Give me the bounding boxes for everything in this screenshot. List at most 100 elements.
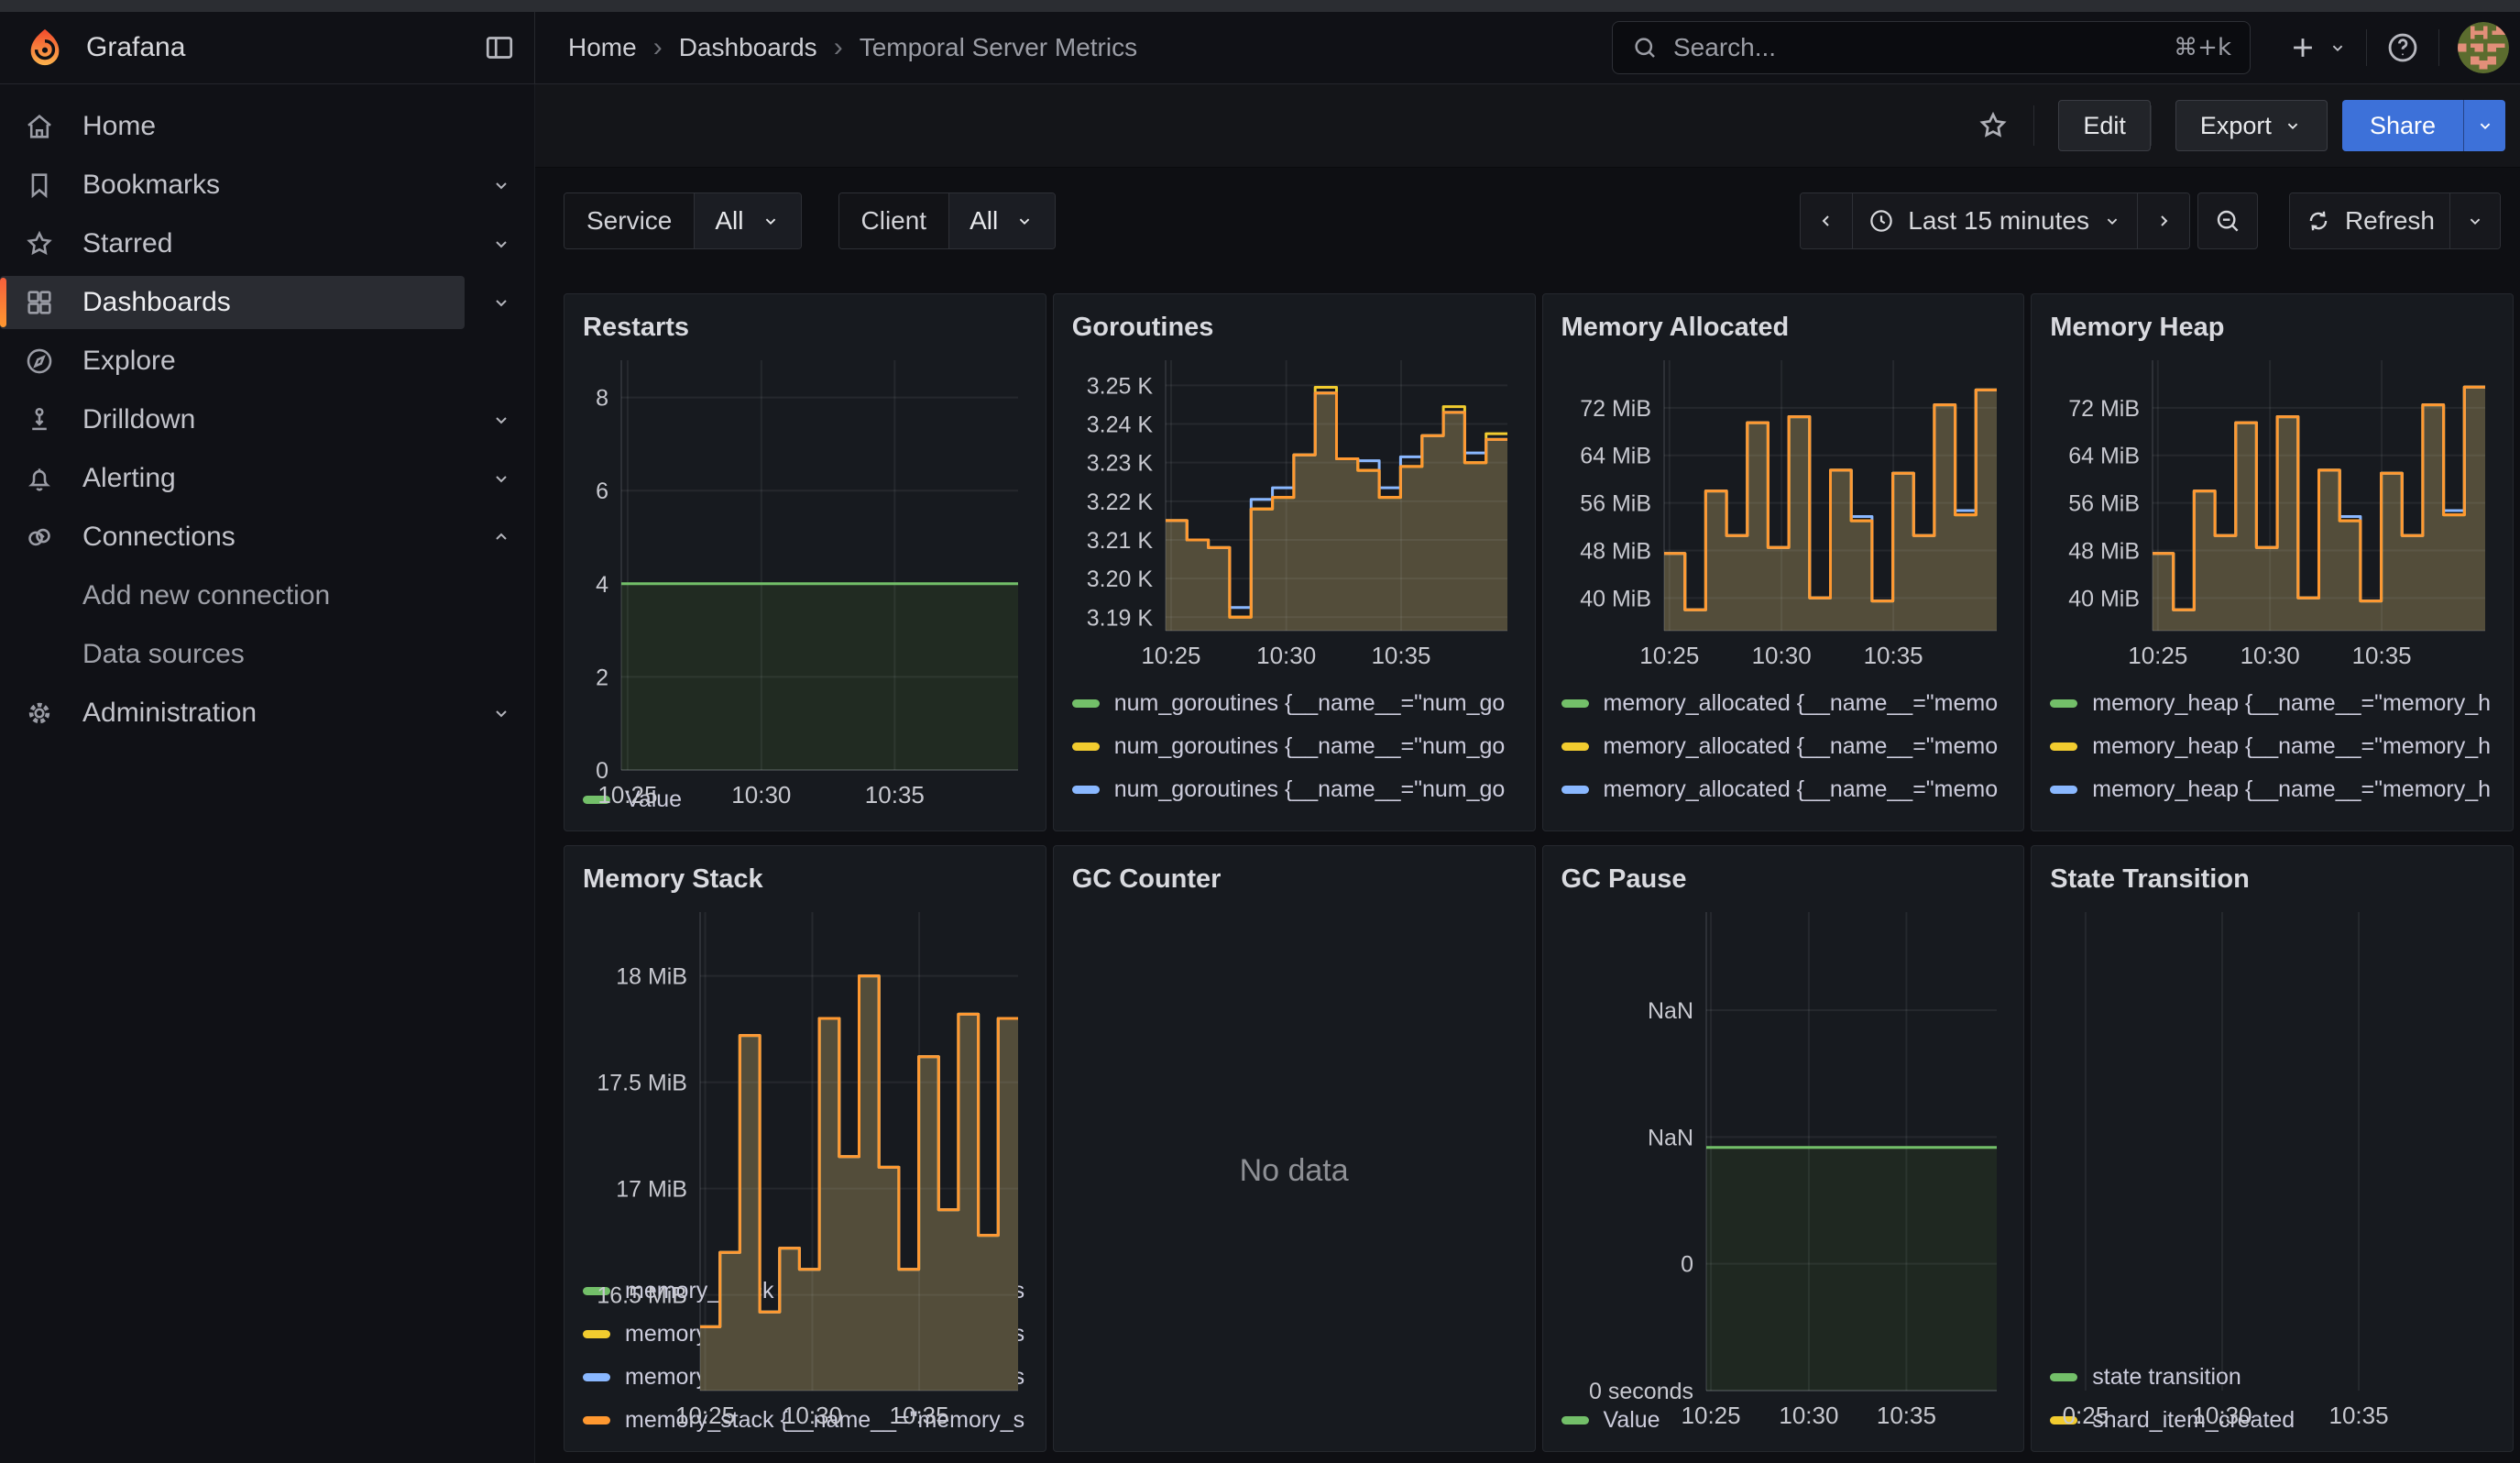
main-area: Edit Export Share Service	[535, 84, 2520, 1463]
sidebar-item-dashboards: Dashboards	[0, 273, 534, 332]
sidebar-link-explore[interactable]: Explore	[0, 335, 531, 388]
search-box[interactable]: ⌘+k	[1612, 21, 2251, 74]
panel-title[interactable]: GC Pause	[1561, 859, 2006, 899]
expand-alerting-button[interactable]	[468, 468, 534, 490]
breadcrumb: Home › Dashboards › Temporal Server Metr…	[568, 33, 1137, 62]
expand-dashboards-button[interactable]	[468, 292, 534, 314]
panel-title[interactable]: Goroutines	[1072, 307, 1517, 347]
panel-title[interactable]: Memory Heap	[2050, 307, 2494, 347]
time-shift-forward-button[interactable]	[2137, 193, 2189, 248]
favorite-star-button[interactable]	[1977, 109, 2010, 142]
gear-icon	[24, 698, 55, 729]
avatar[interactable]	[2458, 22, 2509, 73]
export-button[interactable]: Export	[2175, 100, 2328, 151]
service-value-dropdown[interactable]: All	[694, 193, 800, 248]
breadcrumb-home[interactable]: Home	[568, 33, 637, 62]
legend-item[interactable]: memory_allocated {__name__="memo	[1561, 768, 2006, 811]
grafana-logo-icon[interactable]	[24, 27, 66, 69]
client-value-dropdown[interactable]: All	[948, 193, 1055, 248]
sidebar-link-administration[interactable]: Administration	[0, 687, 465, 740]
edit-button[interactable]: Edit	[2058, 100, 2151, 151]
legend-item[interactable]: num_goroutines {__name__="num_go	[1072, 682, 1517, 725]
panel-restarts: Restarts 8642010:2510:3010:35 Value	[564, 293, 1046, 831]
legend-swatch	[1072, 742, 1100, 751]
connections-icon	[24, 522, 55, 553]
svg-text:2: 2	[596, 665, 608, 690]
chevron-right-icon	[2153, 210, 2175, 232]
panel-grid: Restarts 8642010:2510:3010:35 Value Goro…	[564, 293, 2514, 1452]
breadcrumb-dashboards[interactable]: Dashboards	[679, 33, 817, 62]
legend-swatch	[2050, 742, 2077, 751]
refresh-interval-caret[interactable]	[2449, 193, 2500, 248]
share-caret-button[interactable]	[2463, 100, 2505, 151]
legend-item[interactable]: num_goroutines {__name__="num_go	[1072, 768, 1517, 811]
sidebar-item-starred: Starred	[0, 214, 534, 273]
collapse-connections-button[interactable]	[468, 526, 534, 548]
svg-text:0: 0	[596, 758, 608, 784]
legend-item[interactable]: memory_allocated {__name__="memo	[1561, 811, 2006, 821]
panel-title[interactable]: GC Counter	[1072, 859, 1517, 899]
header-right: Home › Dashboards › Temporal Server Metr…	[535, 12, 2520, 83]
sidebar-item-drilldown: Drilldown	[0, 390, 534, 449]
svg-text:17 MiB: 17 MiB	[616, 1177, 687, 1203]
star-icon	[24, 228, 55, 259]
svg-text:10:30: 10:30	[1256, 642, 1316, 669]
sidebar-item-administration: Administration	[0, 684, 534, 742]
panel-gc-pause: GC Pause NaNNaN00 seconds10:2510:3010:35…	[1542, 845, 2025, 1452]
svg-text:56 MiB: 56 MiB	[1580, 491, 1651, 517]
dashboards-grid-icon	[24, 287, 55, 318]
panel-title[interactable]: Memory Allocated	[1561, 307, 2006, 347]
clock-icon	[1868, 207, 1895, 235]
expand-administration-button[interactable]	[468, 702, 534, 724]
time-controls: Last 15 minutes	[1800, 192, 2501, 249]
chevron-down-icon	[490, 233, 512, 255]
expand-drilldown-button[interactable]	[468, 409, 534, 431]
add-button[interactable]	[2287, 32, 2348, 63]
svg-text:10:35: 10:35	[865, 781, 925, 808]
zoom-out-button[interactable]	[2197, 192, 2258, 249]
drilldown-icon	[24, 404, 55, 435]
refresh-group: Refresh	[2289, 192, 2501, 249]
legend-item[interactable]: memory_allocated {__name__="memo	[1561, 725, 2006, 768]
refresh-button[interactable]: Refresh	[2290, 193, 2449, 248]
expand-bookmarks-button[interactable]	[468, 174, 534, 196]
dashboard-content: Service All Client All	[535, 168, 2520, 1463]
chevron-down-icon	[2283, 116, 2303, 136]
legend-swatch	[1561, 699, 1589, 708]
sidebar-link-dashboards[interactable]: Dashboards	[0, 276, 465, 329]
sidebar-link-alerting[interactable]: Alerting	[0, 452, 465, 505]
legend-item[interactable]: num_goroutines {__name__="num_go	[1072, 725, 1517, 768]
legend-item[interactable]: memory_heap {__name__="memory_h	[2050, 811, 2494, 821]
svg-text:10:30: 10:30	[1779, 1402, 1838, 1429]
sidebar-link-starred[interactable]: Starred	[0, 217, 465, 270]
svg-text:3.24 K: 3.24 K	[1086, 412, 1153, 438]
sidebar-link-drilldown[interactable]: Drilldown	[0, 393, 465, 446]
share-button[interactable]: Share	[2342, 100, 2463, 151]
chart: NaNNaN00 seconds10:2510:3010:35	[1561, 903, 2006, 1390]
sidebar-link-connections[interactable]: Connections	[0, 511, 465, 564]
panel-title[interactable]: Memory Stack	[583, 859, 1027, 899]
legend-label: memory_allocated {__name__="memo	[1604, 733, 1999, 760]
svg-text:64 MiB: 64 MiB	[2068, 444, 2140, 469]
legend-item[interactable]: memory_allocated {__name__="memo	[1561, 682, 2006, 725]
sidebar-link-bookmarks[interactable]: Bookmarks	[0, 159, 465, 212]
time-range-picker[interactable]: Last 15 minutes	[1852, 193, 2137, 248]
panel-title[interactable]: Restarts	[583, 307, 1027, 347]
legend-item[interactable]: memory_heap {__name__="memory_h	[2050, 768, 2494, 811]
sidebar-link-home[interactable]: Home	[0, 100, 531, 153]
sidebar-toggle-button[interactable]	[483, 31, 516, 64]
search-input[interactable]	[1673, 33, 2174, 62]
sidebar-link-add-new-connection[interactable]: Add new connection	[0, 569, 531, 622]
expand-starred-button[interactable]	[468, 233, 534, 255]
legend-item[interactable]: memory_heap {__name__="memory_h	[2050, 725, 2494, 768]
legend-item[interactable]: memory_heap {__name__="memory_h	[2050, 682, 2494, 725]
chevron-down-icon	[2465, 211, 2485, 231]
compass-icon	[24, 346, 55, 377]
filters-row: Service All Client All	[564, 192, 2501, 249]
time-shift-back-button[interactable]	[1801, 193, 1852, 248]
legend-label: memory_heap {__name__="memory_h	[2092, 733, 2491, 760]
panel-title[interactable]: State Transition	[2050, 859, 2494, 899]
sidebar-link-data-sources[interactable]: Data sources	[0, 628, 531, 681]
help-button[interactable]	[2385, 30, 2420, 65]
legend-item[interactable]: num_goroutines {__name__="num_go	[1072, 811, 1517, 821]
